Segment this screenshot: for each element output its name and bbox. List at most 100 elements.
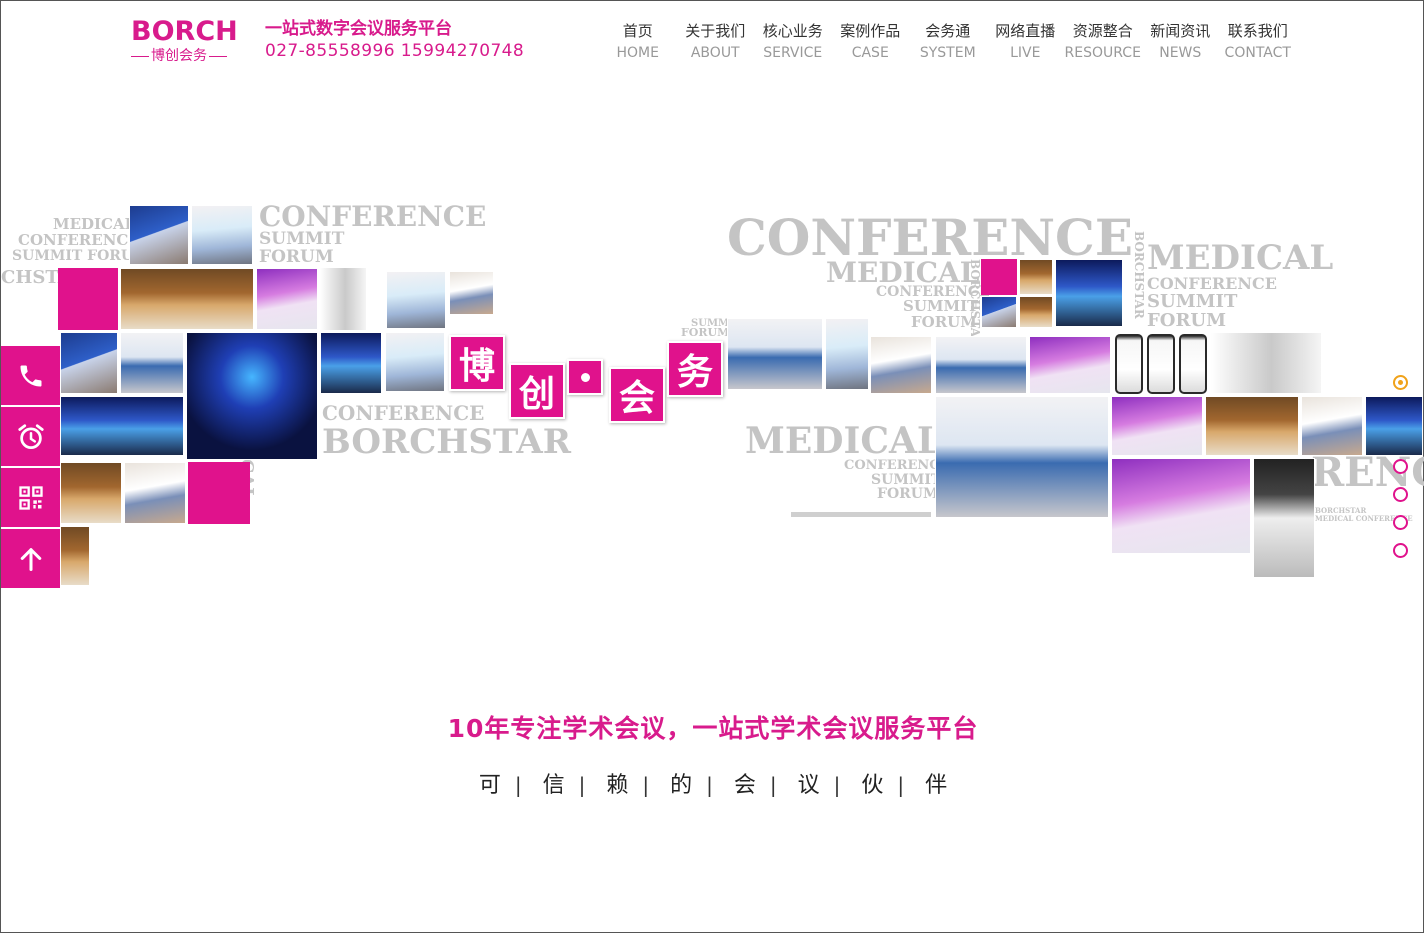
conference-photo[interactable] xyxy=(935,396,1109,518)
slider-dot-1[interactable] xyxy=(1393,375,1408,390)
app-phone-screenshot[interactable] xyxy=(1179,334,1207,394)
conference-photo[interactable] xyxy=(935,336,1027,394)
conference-photo[interactable] xyxy=(1205,396,1299,456)
nav-label-cn: 会务通 xyxy=(925,22,971,40)
separator: | xyxy=(769,773,777,797)
conference-photo[interactable] xyxy=(191,205,253,265)
watermark-text: FORUM xyxy=(681,326,730,339)
nav-label-cn: 新闻资讯 xyxy=(1150,22,1211,40)
phone-button[interactable] xyxy=(1,346,60,405)
app-phone-screenshot[interactable] xyxy=(1147,334,1175,394)
logo-subtitle: 博创会务 xyxy=(131,47,235,65)
conference-photo[interactable] xyxy=(120,332,184,394)
watermark-text: FORUM xyxy=(911,313,977,331)
conference-photo[interactable] xyxy=(1365,396,1423,456)
conference-photo[interactable] xyxy=(1253,458,1315,578)
partner-char: 议 xyxy=(797,773,820,798)
hero-collage[interactable]: MEDICAL CONFERENCE SUMMIT FORUM CHSTA CO… xyxy=(1,191,1424,601)
conference-photo[interactable] xyxy=(129,205,189,265)
nav-item-case[interactable]: 案例作品 CASE xyxy=(832,20,910,64)
separator: | xyxy=(706,773,713,797)
conference-photo[interactable] xyxy=(727,318,823,390)
arrow-up-icon xyxy=(20,547,41,571)
separator: | xyxy=(833,773,841,797)
watermark-text: MEDICAL xyxy=(745,420,943,462)
watermark-text: BORCHSTAR xyxy=(322,422,572,462)
watermark-text: MEDICAL xyxy=(826,256,980,289)
partner-char: 信 xyxy=(542,773,565,798)
conference-photo[interactable] xyxy=(320,332,382,394)
nav-item-resource[interactable]: 资源整合 RESOURCE xyxy=(1064,20,1142,64)
conference-photo[interactable] xyxy=(1301,396,1363,456)
slider-dot-2[interactable] xyxy=(1393,459,1408,474)
app-phone-screenshot[interactable] xyxy=(1115,334,1143,394)
conference-photo[interactable] xyxy=(1029,336,1111,394)
gray-bar xyxy=(791,512,931,517)
conference-photo[interactable] xyxy=(1111,396,1203,456)
logo-subtitle-text: 博创会务 xyxy=(151,48,207,64)
conference-photo[interactable] xyxy=(120,268,254,330)
conference-photo[interactable] xyxy=(385,332,445,392)
nav-item-live[interactable]: 网络直播 LIVE xyxy=(987,20,1065,64)
separator: | xyxy=(514,773,522,797)
side-toolbar xyxy=(1,346,60,590)
brand-char-bo: 博 xyxy=(449,335,505,391)
brand-logo[interactable]: BORCH 博创会务 xyxy=(131,17,238,69)
main-tagline: 10年专注学术会议，一站式学术会议服务平台 xyxy=(447,714,979,743)
pink-block xyxy=(58,268,118,330)
qr-code-icon xyxy=(18,485,43,510)
conference-photo[interactable] xyxy=(124,462,186,524)
nav-item-about[interactable]: 关于我们 ABOUT xyxy=(677,20,755,64)
slider-dot-5[interactable] xyxy=(1393,543,1408,558)
watermark-text: BORCHSTAR xyxy=(1315,506,1367,515)
conference-photo[interactable] xyxy=(1055,259,1123,327)
conference-photo[interactable] xyxy=(449,271,494,315)
nav-item-news[interactable]: 新闻资讯 NEWS xyxy=(1142,20,1220,64)
partner-char: 会 xyxy=(733,773,756,798)
nav-label-en: CONTACT xyxy=(1224,45,1291,61)
brand-dot xyxy=(567,359,603,395)
qr-code-button[interactable] xyxy=(1,468,60,527)
back-to-top-button[interactable] xyxy=(1,529,60,588)
nav-label-en: HOME xyxy=(616,45,659,61)
nav-label-cn: 资源整合 xyxy=(1072,22,1133,40)
conference-photo[interactable] xyxy=(1111,458,1251,554)
slogan-title: 一站式数字会议服务平台 xyxy=(265,19,452,39)
alarm-button[interactable] xyxy=(1,407,60,466)
phone-icon xyxy=(20,365,41,386)
watermark-text: BORCHSTAR xyxy=(1132,231,1146,319)
alarm-clock-icon xyxy=(17,423,44,449)
nav-item-system[interactable]: 会务通 SYSTEM xyxy=(909,20,987,64)
nav-label-en: SYSTEM xyxy=(919,45,976,61)
conference-photo[interactable] xyxy=(60,396,184,456)
conference-photo[interactable] xyxy=(981,296,1017,328)
conference-photo[interactable] xyxy=(186,332,318,460)
nav-label-en: SERVICE xyxy=(763,45,823,61)
nav-item-contact[interactable]: 联系我们 CONTACT xyxy=(1219,20,1297,64)
conference-photo[interactable] xyxy=(1019,259,1053,295)
logo-rule-left xyxy=(131,55,149,57)
conference-photo[interactable] xyxy=(60,526,90,586)
watermark-text: CONFERENCE xyxy=(259,200,487,233)
nav-label-en: CASE xyxy=(851,45,889,61)
watermark-text: CONFERENCE xyxy=(322,401,485,425)
slider-dot-3[interactable] xyxy=(1393,487,1408,502)
conference-photo[interactable] xyxy=(256,268,318,330)
nav-item-service[interactable]: 核心业务 SERVICE xyxy=(754,20,832,64)
conference-photo[interactable] xyxy=(1019,296,1053,328)
nav-label-cn: 首页 xyxy=(622,22,653,40)
watermark-text: FORUM xyxy=(877,486,939,502)
conference-photo[interactable] xyxy=(60,462,122,524)
nav-label-en: ABOUT xyxy=(690,45,740,61)
partner-slogan: 可 | 信 | 赖 | 的 | 会 | 议 | 伙 | 伴 xyxy=(1,767,1424,799)
logo-rule-right xyxy=(209,55,227,57)
nav-label-cn: 联系我们 xyxy=(1227,22,1288,40)
partner-char: 伙 xyxy=(861,773,884,798)
conference-photo[interactable] xyxy=(386,271,446,329)
conference-photo[interactable] xyxy=(60,332,118,394)
main-nav: 首页 HOME 关于我们 ABOUT 核心业务 SERVICE 案例作品 CASE 会务… xyxy=(599,20,1297,64)
conference-photo[interactable] xyxy=(825,318,869,390)
conference-photo[interactable] xyxy=(870,336,932,394)
nav-item-home[interactable]: 首页 HOME xyxy=(599,20,677,64)
slider-dot-4[interactable] xyxy=(1393,515,1408,530)
